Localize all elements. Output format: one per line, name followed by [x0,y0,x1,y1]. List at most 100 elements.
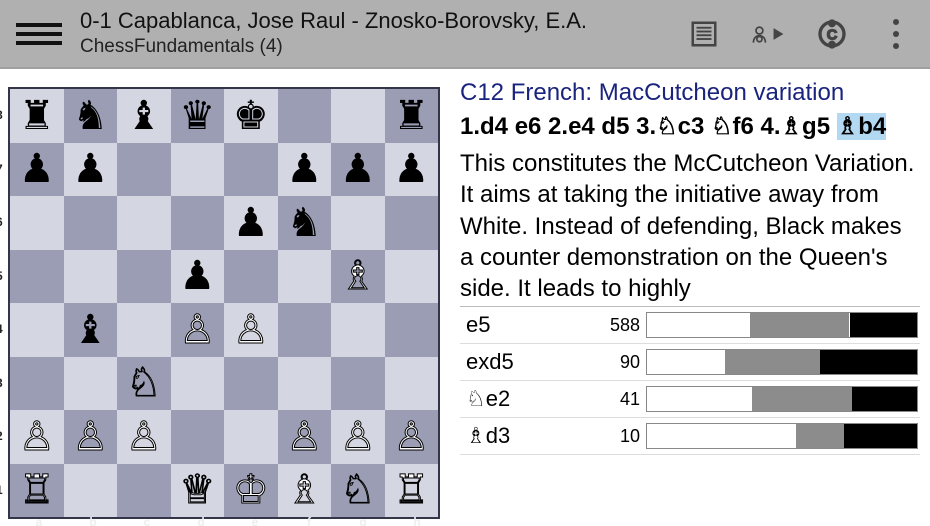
piece: ♕ [179,470,215,510]
chess-board[interactable]: 8♜♞♝♛♚♜7♟♟♟♟♟6♟♞5♟♗4♝♙♙3♘2♙♙♙♙♙♙1♖♕♔♗♘♖ [8,87,440,519]
square-b6[interactable] [64,196,118,250]
square-c2[interactable]: ♙ [117,410,171,464]
piece: ♝ [72,310,108,350]
piece: ♟ [393,149,429,189]
square-h5[interactable] [385,250,439,304]
piece: ♙ [393,417,429,457]
book-row[interactable]: exd590 [460,344,920,381]
square-c4[interactable] [117,303,171,357]
file-label: b [66,515,120,526]
square-b1[interactable] [64,464,118,518]
square-b4[interactable]: ♝ [64,303,118,357]
notation-icon[interactable] [686,16,722,52]
square-f3[interactable] [278,357,332,411]
square-d7[interactable] [171,143,225,197]
svg-text:C: C [827,27,838,43]
square-a7[interactable]: 7♟ [10,143,64,197]
square-e4[interactable]: ♙ [224,303,278,357]
square-g3[interactable] [331,357,385,411]
square-g5[interactable]: ♗ [331,250,385,304]
square-g7[interactable]: ♟ [331,143,385,197]
moves-text: 1.d4 e6 2.e4 d5 3.♘c3 ♘f6 4.♗g5 [460,113,837,140]
square-c3[interactable]: ♘ [117,357,171,411]
square-e2[interactable] [224,410,278,464]
book-move: ♗d3 [460,423,590,449]
piece: ♛ [179,96,215,136]
square-h6[interactable] [385,196,439,250]
result-bar [646,423,918,449]
book-row[interactable]: ♗d310 [460,418,920,455]
topbar: 0-1 Capablanca, Jose Raul - Znosko-Borov… [0,0,930,69]
square-c1[interactable] [117,464,171,518]
square-b2[interactable]: ♙ [64,410,118,464]
square-d5[interactable]: ♟ [171,250,225,304]
square-e1[interactable]: ♔ [224,464,278,518]
square-h8[interactable]: ♜ [385,89,439,143]
piece: ♖ [393,470,429,510]
piece: ♞ [286,203,322,243]
square-g2[interactable]: ♙ [331,410,385,464]
square-h1[interactable]: ♖ [385,464,439,518]
square-e6[interactable]: ♟ [224,196,278,250]
square-a3[interactable]: 3 [10,357,64,411]
square-c7[interactable] [117,143,171,197]
book-move: e5 [460,312,590,338]
square-h4[interactable] [385,303,439,357]
file-label: e [228,515,282,526]
menu-button[interactable] [16,23,62,45]
square-f8[interactable] [278,89,332,143]
square-d1[interactable]: ♕ [171,464,225,518]
square-h2[interactable]: ♙ [385,410,439,464]
square-g4[interactable] [331,303,385,357]
square-e7[interactable] [224,143,278,197]
piece: ♙ [233,310,269,350]
square-a5[interactable]: 5 [10,250,64,304]
square-c5[interactable] [117,250,171,304]
square-a1[interactable]: 1♖ [10,464,64,518]
result-bar [646,386,918,412]
square-h3[interactable] [385,357,439,411]
square-e3[interactable] [224,357,278,411]
book-row[interactable]: e5588 [460,307,920,344]
square-b8[interactable]: ♞ [64,89,118,143]
square-d8[interactable]: ♛ [171,89,225,143]
square-h7[interactable]: ♟ [385,143,439,197]
square-d2[interactable] [171,410,225,464]
square-a2[interactable]: 2♙ [10,410,64,464]
piece: ♙ [286,417,322,457]
book-count: 41 [590,389,646,410]
square-c8[interactable]: ♝ [117,89,171,143]
overflow-menu-icon[interactable] [878,16,914,52]
square-c6[interactable] [117,196,171,250]
square-e5[interactable] [224,250,278,304]
square-g6[interactable] [331,196,385,250]
square-f6[interactable]: ♞ [278,196,332,250]
square-b5[interactable] [64,250,118,304]
square-e8[interactable]: ♚ [224,89,278,143]
title-block: 0-1 Capablanca, Jose Raul - Znosko-Borov… [62,8,686,59]
square-b3[interactable] [64,357,118,411]
book-row[interactable]: ♘e241 [460,381,920,418]
square-f2[interactable]: ♙ [278,410,332,464]
book-count: 10 [590,426,646,447]
square-d6[interactable] [171,196,225,250]
square-b7[interactable]: ♟ [64,143,118,197]
square-f5[interactable] [278,250,332,304]
square-f4[interactable] [278,303,332,357]
square-a8[interactable]: 8♜ [10,89,64,143]
engine-play-icon[interactable] [750,16,786,52]
square-a6[interactable]: 6 [10,196,64,250]
opening-book: e5588exd590♘e241♗d310 [460,306,920,455]
piece: ♝ [126,96,162,136]
square-g1[interactable]: ♘ [331,464,385,518]
move-list[interactable]: 1.d4 e6 2.e4 d5 3.♘c3 ♘f6 4.♗g5 ♗b4 [460,111,920,142]
square-d3[interactable] [171,357,225,411]
square-f7[interactable]: ♟ [278,143,332,197]
piece: ♔ [233,470,269,510]
engine-toggle-icon[interactable]: C [814,16,850,52]
square-a4[interactable]: 4 [10,303,64,357]
square-g8[interactable] [331,89,385,143]
square-d4[interactable]: ♙ [171,303,225,357]
square-f1[interactable]: ♗ [278,464,332,518]
piece: ♘ [126,363,162,403]
